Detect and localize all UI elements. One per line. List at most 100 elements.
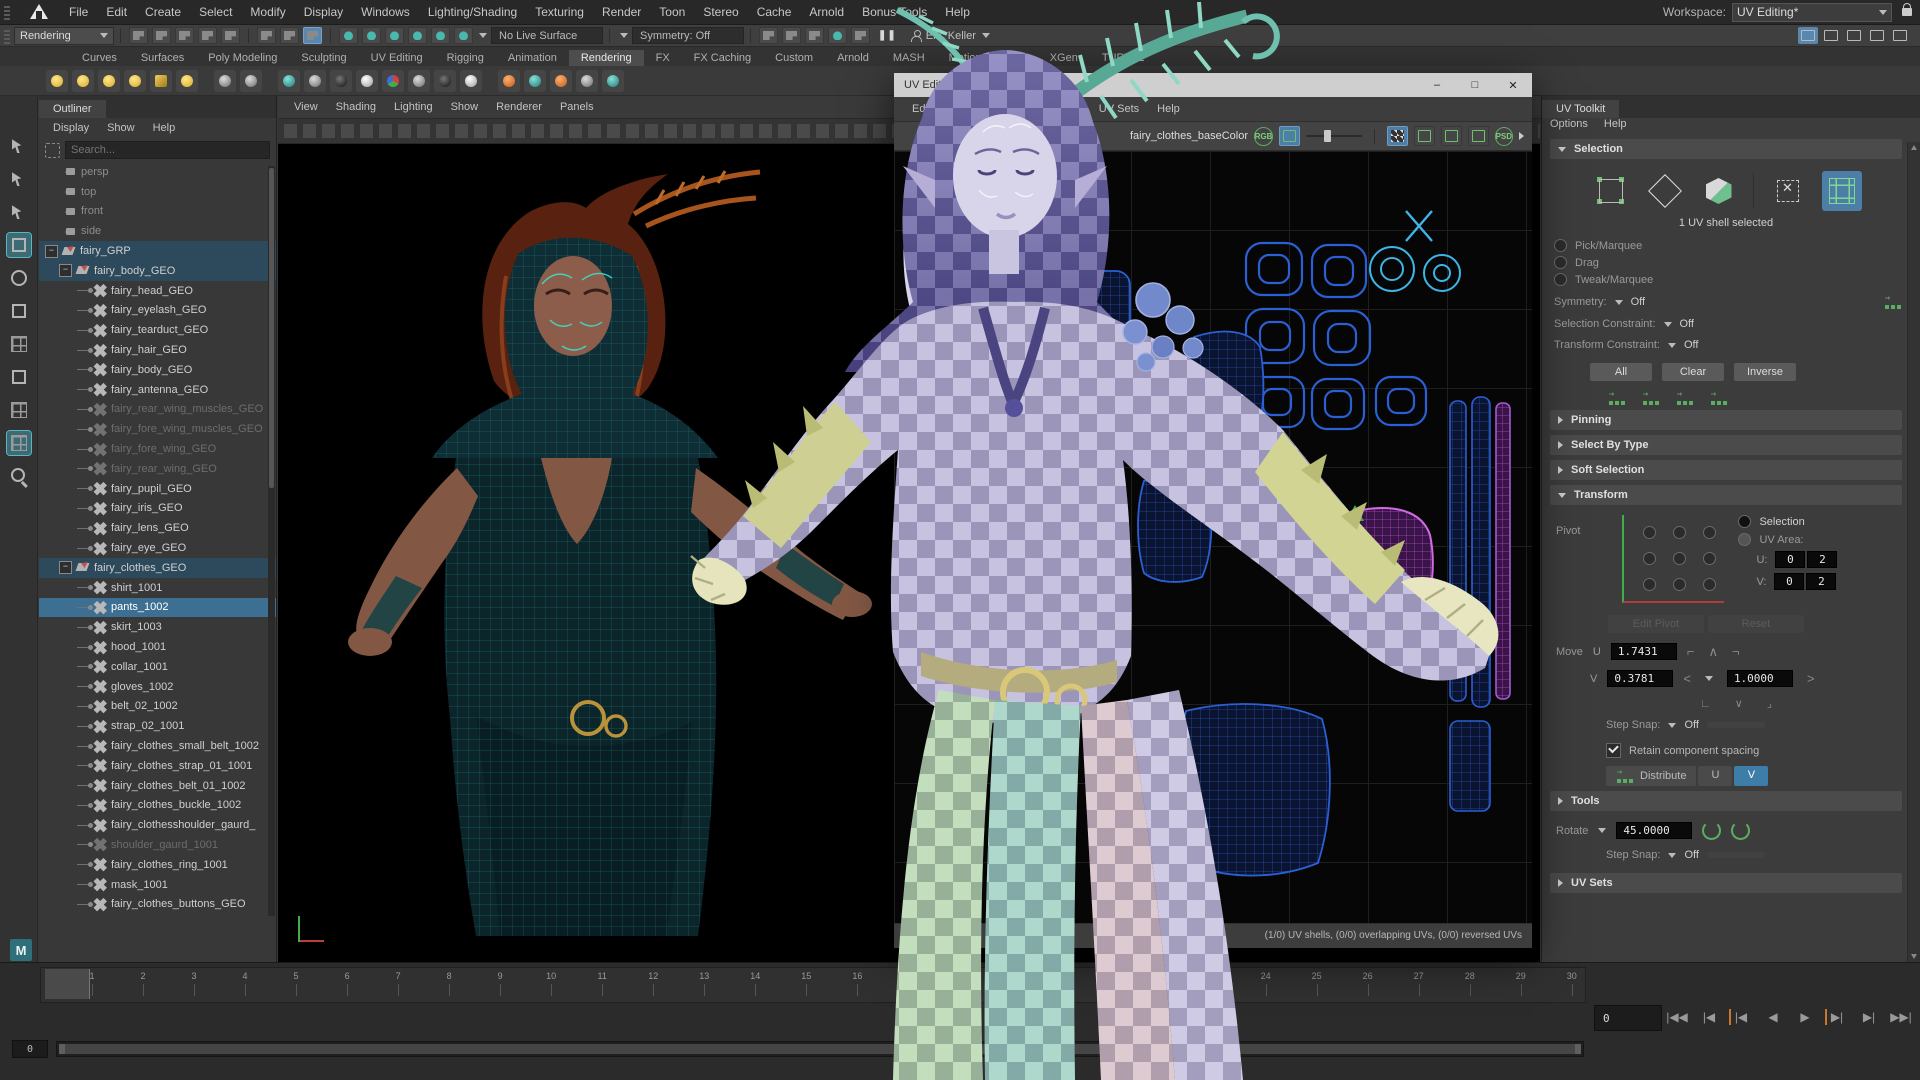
menu-item[interactable]: Help bbox=[936, 3, 979, 21]
layout-uv-persp-icon[interactable] bbox=[7, 431, 31, 455]
paint-select-tool-icon[interactable] bbox=[7, 200, 31, 224]
select-component-icon[interactable] bbox=[303, 27, 322, 44]
expand-toggle-icon[interactable]: − bbox=[59, 561, 72, 574]
step-snap-grid-button[interactable] bbox=[1707, 722, 1765, 728]
uv-area-v1-field[interactable]: 2 bbox=[1806, 573, 1836, 590]
user-account-name[interactable]: Eric Keller bbox=[926, 30, 976, 42]
viewport-menu-item[interactable]: Shading bbox=[328, 100, 384, 114]
uv-grid-canvas[interactable] bbox=[894, 151, 1532, 923]
user-account-icon[interactable] bbox=[911, 30, 922, 41]
save-scene-icon[interactable] bbox=[175, 27, 194, 44]
menu-item[interactable]: Render bbox=[593, 3, 650, 21]
reset-pivot-button[interactable]: Reset bbox=[1708, 615, 1804, 633]
menu-item[interactable]: Bonus Tools bbox=[853, 3, 936, 21]
shelf-tab[interactable]: FX Caching bbox=[682, 50, 763, 66]
layout-four-pane-icon[interactable] bbox=[7, 398, 31, 422]
range-slider[interactable] bbox=[56, 1041, 1584, 1057]
uv-editor-menu-item[interactable]: Textures bbox=[1031, 102, 1089, 116]
snap-view-plane-icon[interactable] bbox=[431, 27, 450, 44]
select-vertex-icon[interactable] bbox=[1591, 171, 1631, 211]
outliner-item[interactable]: gloves_1002 bbox=[39, 677, 276, 697]
outliner-item[interactable]: mask_1001 bbox=[39, 875, 276, 895]
menu-item[interactable]: Create bbox=[136, 3, 190, 21]
move-down-icon[interactable]: ∨ bbox=[1735, 697, 1743, 710]
outliner-item[interactable]: fairy_clothes_strap_01_1001 bbox=[39, 756, 276, 776]
shrink-selection-icon[interactable] bbox=[1608, 391, 1626, 405]
edit-pivot-button[interactable]: Edit Pivot bbox=[1608, 615, 1704, 633]
playback-button[interactable]: ◀ bbox=[1760, 1005, 1786, 1029]
uv-editor-menu-item[interactable]: View bbox=[941, 102, 981, 116]
tool-settings-icon[interactable] bbox=[1867, 27, 1887, 44]
outliner-menu-item[interactable]: Help bbox=[145, 121, 184, 135]
render-view-icon[interactable] bbox=[498, 70, 520, 92]
live-surface-field[interactable]: No Live Surface bbox=[491, 27, 603, 44]
image-dim-slider[interactable] bbox=[1306, 135, 1362, 137]
hypershade-icon[interactable] bbox=[576, 70, 598, 92]
outliner-tab[interactable]: Outliner bbox=[39, 96, 276, 118]
ambient-light-icon[interactable] bbox=[46, 70, 68, 92]
move-up-icon[interactable]: ∧ bbox=[1708, 644, 1718, 660]
snap-curve-icon[interactable] bbox=[362, 27, 381, 44]
channel-box-icon[interactable] bbox=[1844, 27, 1864, 44]
close-icon[interactable]: ✕ bbox=[1494, 73, 1532, 97]
menu-item[interactable]: Edit bbox=[97, 3, 136, 21]
checker-tiles-icon[interactable] bbox=[1387, 126, 1408, 146]
time-slider[interactable]: 1234567891011121314151617181920212223242… bbox=[40, 967, 1586, 1003]
expand-toggle-icon[interactable]: − bbox=[59, 264, 72, 277]
surface-shader-icon[interactable] bbox=[356, 70, 378, 92]
shelf-tab[interactable]: Curves bbox=[70, 50, 129, 66]
outliner-item[interactable]: fairy_head_GEO bbox=[39, 281, 276, 301]
viewport-menu-item[interactable]: Show bbox=[443, 100, 487, 114]
select-edge-icon[interactable] bbox=[1645, 171, 1685, 211]
lambert-material-icon[interactable] bbox=[330, 70, 352, 92]
shelf-tab[interactable]: XGen bbox=[1038, 50, 1090, 66]
move-corner-icon[interactable]: ¬ bbox=[1732, 644, 1740, 659]
snap-point-icon[interactable] bbox=[385, 27, 404, 44]
collapsed-section-header[interactable]: Select By Type bbox=[1550, 435, 1902, 455]
move-left-icon[interactable]: < bbox=[1683, 671, 1691, 686]
viewport-menu-item[interactable]: View bbox=[286, 100, 326, 114]
lasso-tool-icon[interactable] bbox=[7, 167, 31, 191]
outliner-item[interactable]: front bbox=[39, 202, 276, 222]
collapsed-section-header[interactable]: Pinning bbox=[1550, 410, 1902, 430]
outliner-item[interactable]: − fairy_clothes_GEO bbox=[39, 558, 276, 578]
menu-item[interactable]: Arnold bbox=[800, 3, 853, 21]
uv-toolkit-scrollbar[interactable] bbox=[1907, 142, 1920, 962]
uv-editor-titlebar[interactable]: UV Editor – □ ✕ bbox=[894, 73, 1532, 97]
selection-mode-radio[interactable]: Pick/Marquee bbox=[1554, 239, 1902, 252]
new-scene-icon[interactable] bbox=[129, 27, 148, 44]
shelf-tab[interactable]: Arnold bbox=[825, 50, 881, 66]
symmetry-row[interactable]: Symmetry: Off bbox=[1554, 295, 1902, 309]
outliner-item[interactable]: persp bbox=[39, 162, 276, 182]
snap-grid-icon[interactable] bbox=[339, 27, 358, 44]
menubar-grip[interactable] bbox=[4, 4, 10, 20]
shelf-tab[interactable]: Surfaces bbox=[129, 50, 196, 66]
render-icon[interactable] bbox=[759, 27, 778, 44]
outliner-item[interactable]: fairy_eye_GEO bbox=[39, 538, 276, 558]
ramp-texture-icon[interactable] bbox=[408, 70, 430, 92]
spot-light-icon[interactable] bbox=[124, 70, 146, 92]
wireframe-fairy-model[interactable] bbox=[336, 156, 896, 936]
pivot-uv-area-radio[interactable]: UV Area: bbox=[1738, 533, 1837, 546]
menu-item[interactable]: Texturing bbox=[526, 3, 593, 21]
magnifier-icon[interactable] bbox=[7, 464, 31, 488]
shade-uvs-icon[interactable] bbox=[1441, 126, 1462, 146]
workspace-lock-icon[interactable] bbox=[1902, 8, 1912, 16]
rotate-step-snap-row[interactable]: Step Snap: Off bbox=[1606, 849, 1902, 861]
select-border-icon[interactable] bbox=[1676, 391, 1694, 405]
playhead[interactable] bbox=[45, 969, 90, 999]
move-step-snap-row[interactable]: Step Snap: Off bbox=[1606, 719, 1902, 731]
expand-toggle-icon[interactable]: − bbox=[45, 245, 58, 258]
file-texture-icon[interactable] bbox=[460, 70, 482, 92]
move-corner-icon[interactable]: ∟ bbox=[1700, 698, 1711, 710]
outliner-item[interactable]: fairy_tearduct_GEO bbox=[39, 320, 276, 340]
menu-item[interactable]: Select bbox=[190, 3, 241, 21]
outliner-item[interactable]: fairy_clothes_ring_1001 bbox=[39, 855, 276, 875]
playback-button[interactable]: |◀◀ bbox=[1664, 1005, 1690, 1029]
standard-surface-icon[interactable] bbox=[278, 70, 300, 92]
undo-icon[interactable] bbox=[198, 27, 217, 44]
outliner-item[interactable]: fairy_iris_GEO bbox=[39, 499, 276, 519]
uv-editor-menu-item[interactable]: Image bbox=[983, 102, 1030, 116]
select-object-icon[interactable] bbox=[280, 27, 299, 44]
outliner-item[interactable]: hood_1001 bbox=[39, 637, 276, 657]
